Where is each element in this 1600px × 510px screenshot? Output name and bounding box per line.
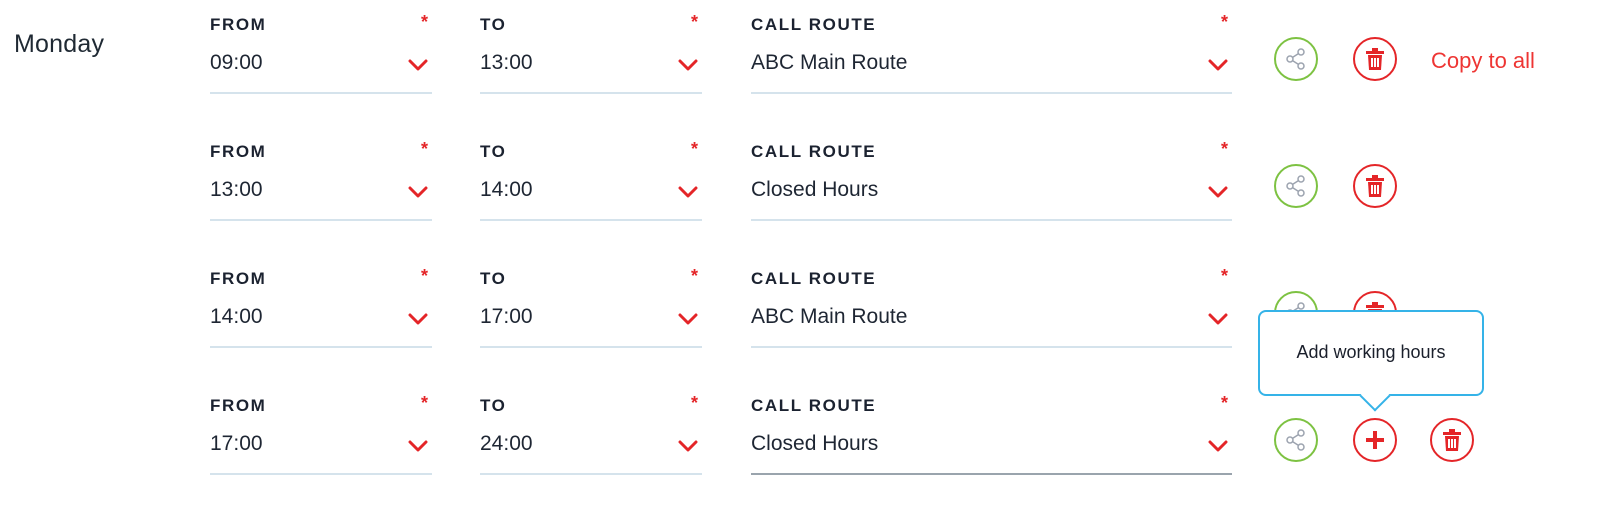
share-icon	[1286, 48, 1305, 70]
from-time-select[interactable]: FROM * 09:00	[210, 12, 432, 94]
to-label: TO	[480, 396, 507, 415]
working-hours-row: FROM * 13:00 TO * 14:00 CALL ROUTE * Clo…	[0, 139, 1600, 251]
required-marker: *	[420, 266, 428, 286]
required-marker: *	[690, 139, 698, 159]
required-marker: *	[690, 393, 698, 413]
to-label: TO	[480, 142, 507, 161]
chevron-down-icon[interactable]	[408, 58, 428, 72]
to-value: 17:00	[480, 305, 533, 328]
from-time-select[interactable]: FROM * 13:00	[210, 139, 432, 221]
share-icon	[1286, 175, 1305, 197]
from-value: 17:00	[210, 432, 263, 455]
delete-button[interactable]	[1353, 164, 1397, 208]
required-marker: *	[690, 12, 698, 32]
add-working-hours-button[interactable]	[1353, 418, 1397, 462]
from-time-select[interactable]: FROM * 14:00	[210, 266, 432, 348]
to-value: 13:00	[480, 51, 533, 74]
chevron-down-icon[interactable]	[1208, 58, 1228, 72]
from-label: FROM	[210, 15, 267, 34]
required-marker: *	[420, 139, 428, 159]
chevron-down-icon[interactable]	[678, 58, 698, 72]
plus-icon	[1366, 431, 1384, 449]
chevron-down-icon[interactable]	[678, 312, 698, 326]
from-label: FROM	[210, 142, 267, 161]
chevron-down-icon[interactable]	[408, 439, 428, 453]
to-label: TO	[480, 15, 507, 34]
call-route-value: ABC Main Route	[751, 51, 908, 74]
from-value: 13:00	[210, 178, 263, 201]
call-route-select[interactable]: CALL ROUTE * Closed Hours	[751, 139, 1232, 221]
share-button[interactable]	[1274, 37, 1318, 81]
required-marker: *	[1220, 139, 1228, 159]
add-working-hours-tooltip: Add working hours	[1258, 310, 1484, 412]
call-route-label: CALL ROUTE	[751, 396, 877, 415]
copy-to-all-link[interactable]: Copy to all	[1431, 48, 1535, 74]
working-hours-row: FROM * 09:00 TO * 13:00 CALL ROUTE * ABC…	[0, 12, 1600, 124]
call-route-select[interactable]: CALL ROUTE * ABC Main Route	[751, 266, 1232, 348]
call-route-value: Closed Hours	[751, 178, 879, 201]
call-route-label: CALL ROUTE	[751, 15, 877, 34]
call-route-value: Closed Hours	[751, 432, 879, 455]
from-label: FROM	[210, 396, 267, 415]
from-time-select[interactable]: FROM * 17:00	[210, 393, 432, 475]
to-time-select[interactable]: TO * 14:00	[480, 139, 702, 221]
working-hours-row: FROM * 17:00 TO * 24:00 CALL ROUTE * Clo…	[0, 393, 1600, 505]
chevron-down-icon[interactable]	[678, 439, 698, 453]
required-marker: *	[690, 266, 698, 286]
trash-icon	[1366, 175, 1384, 197]
share-button[interactable]	[1274, 418, 1318, 462]
from-value: 09:00	[210, 51, 263, 74]
required-marker: *	[420, 393, 428, 413]
share-icon	[1286, 429, 1305, 451]
tooltip-text: Add working hours	[1296, 342, 1446, 362]
call-route-select[interactable]: CALL ROUTE * ABC Main Route	[751, 12, 1232, 94]
to-time-select[interactable]: TO * 24:00	[480, 393, 702, 475]
to-value: 24:00	[480, 432, 533, 455]
call-route-label: CALL ROUTE	[751, 269, 877, 288]
delete-button[interactable]	[1430, 418, 1474, 462]
call-route-value: ABC Main Route	[751, 305, 908, 328]
trash-icon	[1443, 429, 1461, 451]
chevron-down-icon[interactable]	[408, 185, 428, 199]
delete-button[interactable]	[1353, 37, 1397, 81]
chevron-down-icon[interactable]	[1208, 439, 1228, 453]
from-value: 14:00	[210, 305, 263, 328]
trash-icon	[1366, 48, 1384, 70]
chevron-down-icon[interactable]	[1208, 312, 1228, 326]
required-marker: *	[1220, 266, 1228, 286]
required-marker: *	[420, 12, 428, 32]
to-label: TO	[480, 269, 507, 288]
call-route-select[interactable]: CALL ROUTE * Closed Hours	[751, 393, 1232, 475]
share-button[interactable]	[1274, 164, 1318, 208]
to-value: 14:00	[480, 178, 533, 201]
required-marker: *	[1220, 393, 1228, 413]
from-label: FROM	[210, 269, 267, 288]
required-marker: *	[1220, 12, 1228, 32]
chevron-down-icon[interactable]	[1208, 185, 1228, 199]
chevron-down-icon[interactable]	[678, 185, 698, 199]
to-time-select[interactable]: TO * 13:00	[480, 12, 702, 94]
to-time-select[interactable]: TO * 17:00	[480, 266, 702, 348]
chevron-down-icon[interactable]	[408, 312, 428, 326]
call-route-label: CALL ROUTE	[751, 142, 877, 161]
